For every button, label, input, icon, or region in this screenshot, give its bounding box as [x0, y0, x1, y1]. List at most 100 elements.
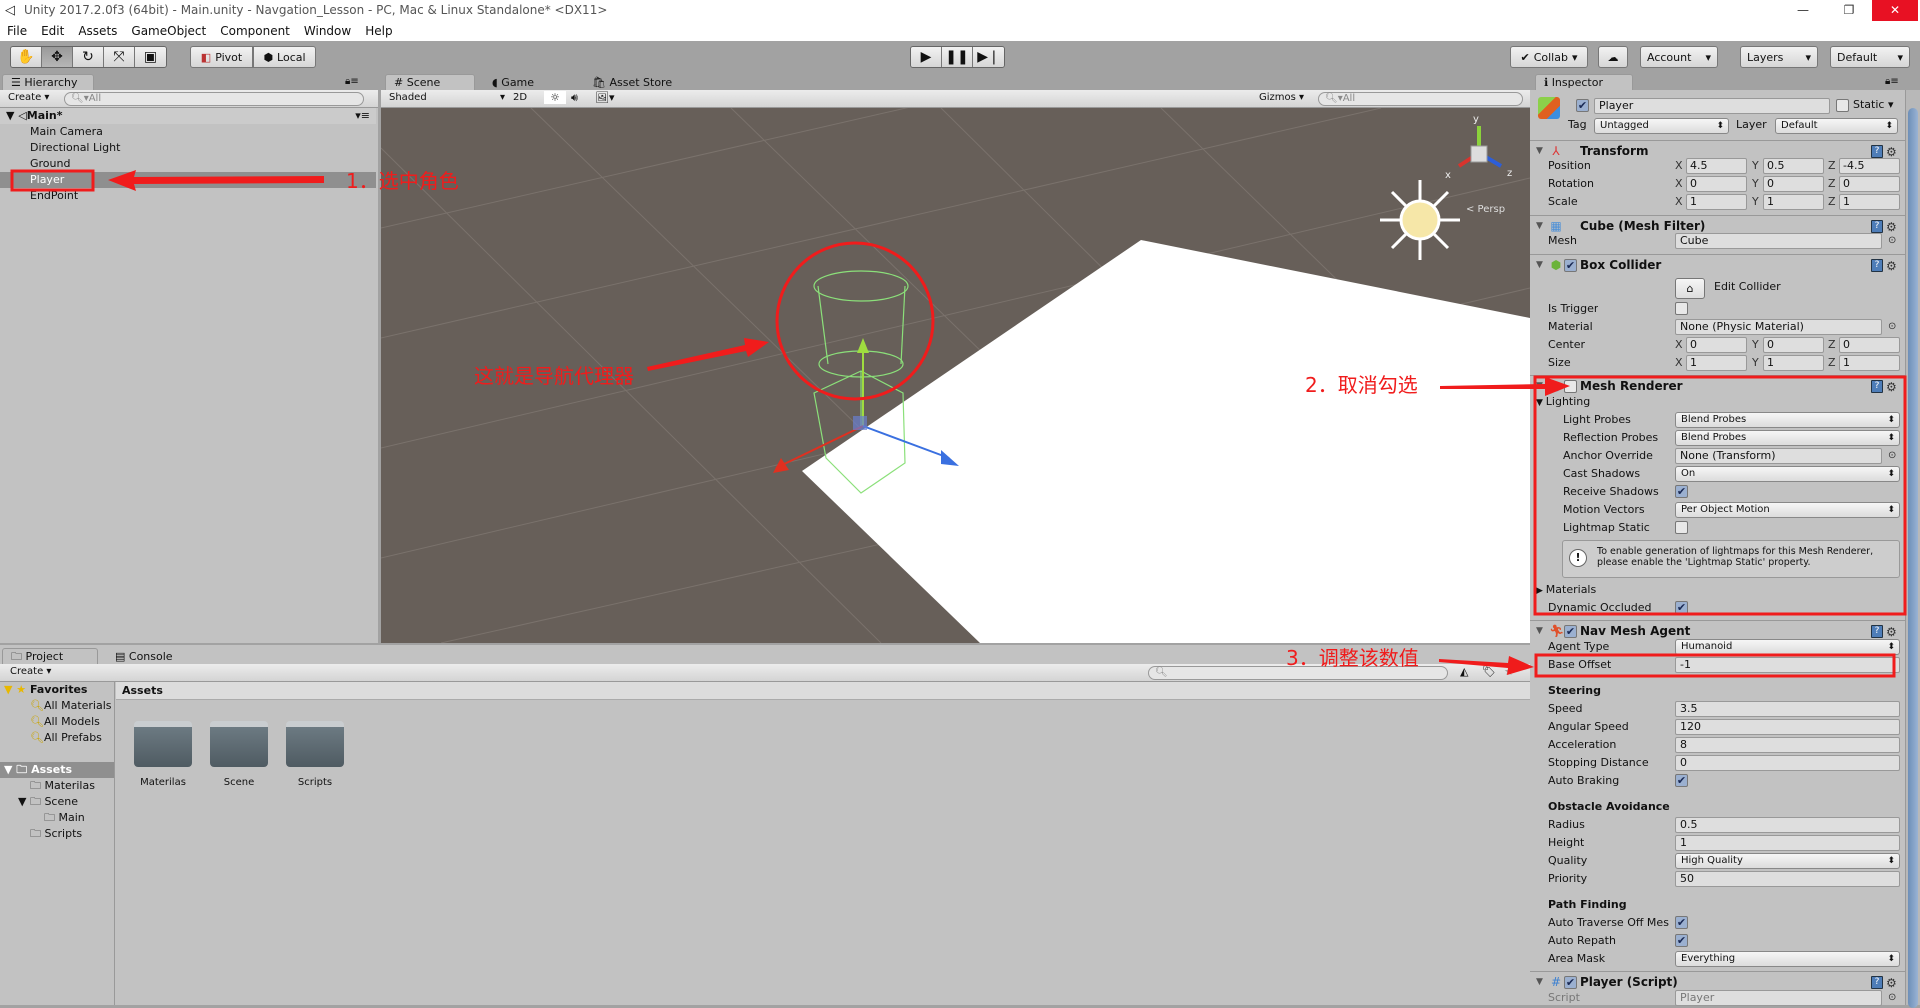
- base-offset-input[interactable]: -1: [1675, 657, 1900, 673]
- hierarchy-item[interactable]: Ground: [0, 156, 376, 172]
- hand-tool-icon[interactable]: ✋: [11, 47, 42, 67]
- quality-dropdown[interactable]: High Quality: [1675, 853, 1900, 869]
- rotation-z-input[interactable]: 0: [1839, 176, 1900, 192]
- shading-dropdown[interactable]: Shaded ▾: [389, 92, 505, 103]
- tree-folder[interactable]: 🗀 Main: [44, 810, 85, 826]
- scale-x-input[interactable]: 1: [1686, 194, 1747, 210]
- angular-speed-input[interactable]: 120: [1675, 719, 1900, 735]
- hierarchy-item[interactable]: Directional Light: [0, 140, 376, 156]
- scene-menu-icon[interactable]: ▾≡: [355, 108, 370, 124]
- mesh-field[interactable]: Cube: [1675, 233, 1882, 249]
- restore-button[interactable]: ❐: [1826, 0, 1872, 21]
- folder-icon[interactable]: [210, 721, 268, 767]
- height-input[interactable]: 1: [1675, 835, 1900, 851]
- static-checkbox[interactable]: [1836, 99, 1849, 112]
- object-picker-icon[interactable]: ⊙: [1888, 448, 1896, 464]
- 2d-toggle[interactable]: 2D: [513, 92, 527, 103]
- agent-type-dropdown[interactable]: Humanoid: [1675, 639, 1900, 655]
- position-z-input[interactable]: -4.5: [1839, 158, 1900, 174]
- mesh-renderer-enabled-checkbox[interactable]: [1564, 380, 1577, 393]
- scale-tool-icon[interactable]: ⤧: [104, 47, 135, 67]
- speed-input[interactable]: 3.5: [1675, 701, 1900, 717]
- tab-asset-store[interactable]: 🛍︎ Asset Store: [583, 74, 681, 90]
- area-mask-dropdown[interactable]: Everything: [1675, 951, 1900, 967]
- rotation-y-input[interactable]: 0: [1763, 176, 1824, 192]
- name-input[interactable]: Player: [1594, 98, 1830, 114]
- box-collider-header[interactable]: ▼ ⬢ ✔ Box Collider? ⚙: [1530, 254, 1905, 276]
- help-icon[interactable]: ?: [1871, 380, 1883, 393]
- tag-dropdown[interactable]: Untagged: [1594, 118, 1729, 134]
- nav-agent-enabled-checkbox[interactable]: ✔: [1564, 625, 1577, 638]
- reflection-probes-dropdown[interactable]: Blend Probes: [1675, 430, 1900, 446]
- static-dropdown[interactable]: Static ▾: [1853, 98, 1893, 111]
- layout-dropdown[interactable]: Default ▾: [1830, 46, 1910, 68]
- audio-toggle-icon[interactable]: 🔊︎: [571, 91, 578, 105]
- dynamic-occluded-checkbox[interactable]: ✔: [1675, 601, 1688, 614]
- play-button[interactable]: ▶: [911, 47, 942, 67]
- effects-toggle-icon[interactable]: 🖼︎▾: [595, 91, 615, 104]
- step-button[interactable]: ▶❘: [973, 47, 1004, 67]
- menu-assets[interactable]: Assets: [71, 21, 124, 41]
- menu-help[interactable]: Help: [358, 21, 399, 41]
- materials-foldout[interactable]: ▶ Materials: [1530, 582, 1905, 598]
- layer-dropdown[interactable]: Default: [1775, 118, 1898, 134]
- acceleration-input[interactable]: 8: [1675, 737, 1900, 753]
- menu-edit[interactable]: Edit: [34, 21, 71, 41]
- priority-input[interactable]: 50: [1675, 871, 1900, 887]
- scene-root[interactable]: ▼ ◁Main* ▾≡: [0, 108, 376, 124]
- folder-icon[interactable]: [286, 721, 344, 767]
- gizmos-dropdown[interactable]: Gizmos ▾: [1259, 92, 1304, 103]
- size-x-input[interactable]: 1: [1686, 355, 1747, 371]
- tree-folder[interactable]: 🗀 Materilas: [30, 778, 95, 794]
- lighting-foldout[interactable]: ▼ Lighting: [1530, 394, 1905, 410]
- help-icon[interactable]: ?: [1871, 625, 1883, 638]
- edit-collider-button[interactable]: ⌂: [1675, 278, 1705, 299]
- lightmap-static-checkbox[interactable]: [1675, 521, 1688, 534]
- center-z-input[interactable]: 0: [1839, 337, 1900, 353]
- tab-console[interactable]: ▤ Console: [106, 648, 182, 664]
- tab-game[interactable]: ◖ Game: [483, 74, 543, 90]
- favorite-item[interactable]: 🔍︎All Prefabs: [30, 730, 102, 746]
- layers-dropdown[interactable]: Layers ▾: [1740, 46, 1818, 68]
- scale-z-input[interactable]: 1: [1839, 194, 1900, 210]
- menu-component[interactable]: Component: [213, 21, 297, 41]
- create-button[interactable]: Create ▾: [10, 666, 51, 677]
- menu-file[interactable]: File: [0, 21, 34, 41]
- size-y-input[interactable]: 1: [1763, 355, 1824, 371]
- cast-shadows-dropdown[interactable]: On: [1675, 466, 1900, 482]
- hierarchy-item[interactable]: EndPoint: [0, 188, 376, 204]
- hierarchy-item[interactable]: Main Camera: [0, 124, 376, 140]
- inspector-scrollbar[interactable]: [1905, 90, 1920, 1008]
- light-probes-dropdown[interactable]: Blend Probes: [1675, 412, 1900, 428]
- motion-vectors-dropdown[interactable]: Per Object Motion: [1675, 502, 1900, 518]
- gear-icon[interactable]: ⚙: [1886, 256, 1897, 277]
- anchor-override-field[interactable]: None (Transform): [1675, 448, 1882, 464]
- position-x-input[interactable]: 4.5: [1686, 158, 1747, 174]
- stopping-distance-input[interactable]: 0: [1675, 755, 1900, 771]
- tab-project[interactable]: 🗀 Project: [2, 648, 98, 664]
- center-x-input[interactable]: 0: [1686, 337, 1747, 353]
- rect-tool-icon[interactable]: ▣: [135, 47, 166, 67]
- pivot-button[interactable]: ◧ Pivot: [190, 46, 253, 68]
- hierarchy-item-selected[interactable]: Player: [0, 172, 376, 188]
- close-button[interactable]: ✕: [1872, 0, 1918, 21]
- local-button[interactable]: ⬢ Local: [253, 46, 316, 68]
- favorite-item[interactable]: 🔍︎All Materials: [30, 698, 112, 714]
- favorites-header[interactable]: ▼ ★ Favorites: [4, 682, 87, 698]
- object-picker-icon[interactable]: ⊙: [1888, 233, 1896, 249]
- pause-button[interactable]: ❚❚: [942, 47, 973, 67]
- menu-window[interactable]: Window: [297, 21, 358, 41]
- tree-folder[interactable]: ▼ 🗀 Scene: [18, 794, 78, 810]
- account-dropdown[interactable]: Account ▾: [1640, 46, 1718, 68]
- tab-scene[interactable]: # Scene: [385, 74, 475, 90]
- lighting-toggle-icon[interactable]: ☼: [544, 91, 566, 104]
- assets-root[interactable]: ▼ 🗀 Assets: [0, 762, 114, 778]
- auto-braking-checkbox[interactable]: ✔: [1675, 774, 1688, 787]
- scale-y-input[interactable]: 1: [1763, 194, 1824, 210]
- player-script-enabled-checkbox[interactable]: ✔: [1564, 976, 1577, 989]
- receive-shadows-checkbox[interactable]: ✔: [1675, 485, 1688, 498]
- lock-icon[interactable]: 🔒︎≡: [345, 76, 359, 87]
- favorite-star-icon[interactable]: ★: [1504, 665, 1514, 678]
- help-icon[interactable]: ?: [1871, 976, 1883, 989]
- center-y-input[interactable]: 0: [1763, 337, 1824, 353]
